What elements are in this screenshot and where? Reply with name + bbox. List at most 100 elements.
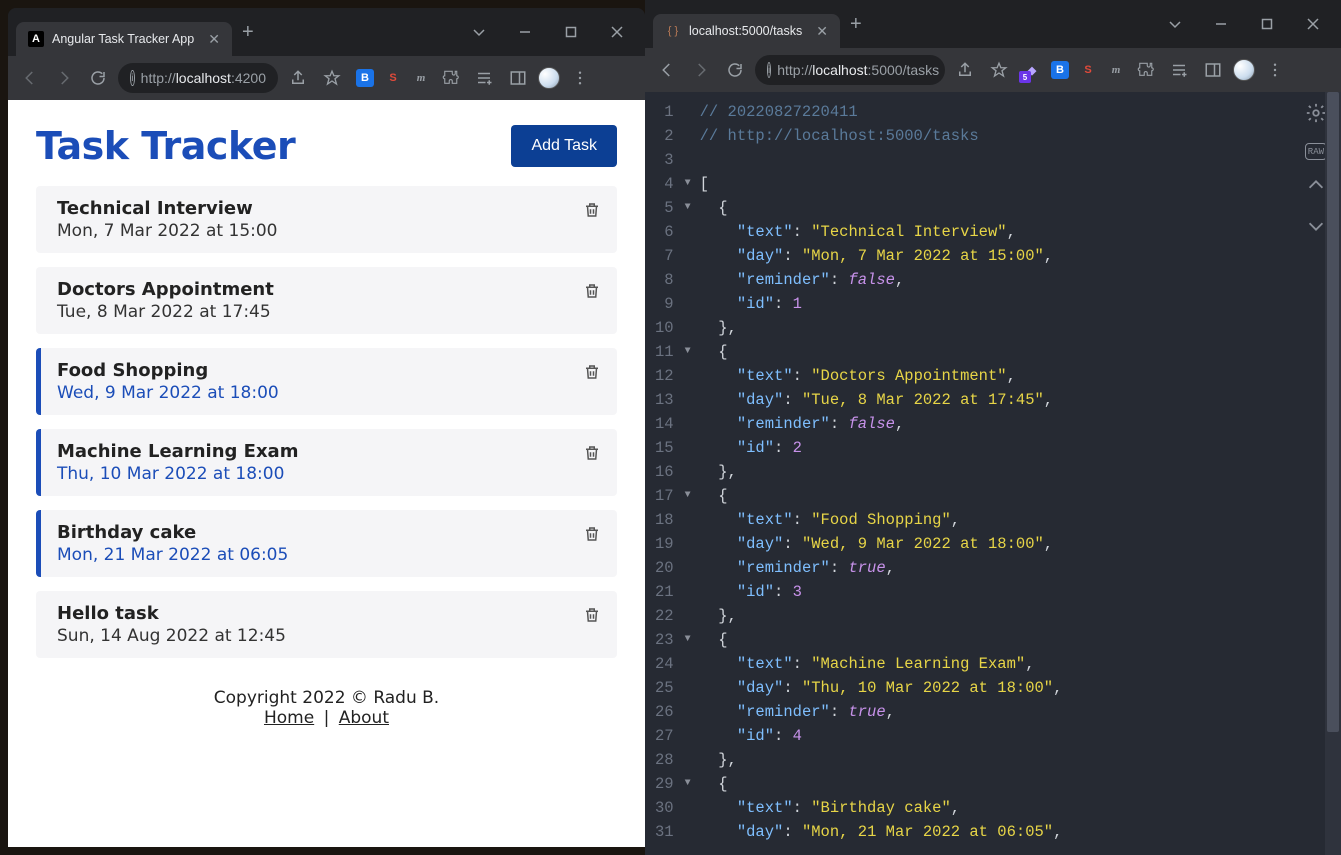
add-task-button[interactable]: Add Task <box>511 125 617 167</box>
fold-marker[interactable]: ▼ <box>680 484 696 508</box>
line-number: 15 <box>655 436 674 460</box>
code-line: "id": 1 <box>696 292 1341 316</box>
fold-marker <box>680 796 696 820</box>
extensions-puzzle-icon[interactable] <box>1131 56 1159 84</box>
forward-button[interactable] <box>50 64 78 92</box>
footer-home-link[interactable]: Home <box>264 708 314 728</box>
code-line: [ <box>696 172 1341 196</box>
code-line: "day": "Mon, 7 Mar 2022 at 15:00", <box>696 244 1341 268</box>
bookmark-star-icon[interactable] <box>318 64 346 92</box>
code-line: "id": 2 <box>696 436 1341 460</box>
maximize-button[interactable] <box>549 17 593 47</box>
url-text: http://localhost:4200 <box>141 70 266 86</box>
code-line: // 20220827220411 <box>696 100 1341 124</box>
side-panel-icon[interactable] <box>1199 56 1227 84</box>
share-icon[interactable] <box>284 64 312 92</box>
line-number: 26 <box>655 700 674 724</box>
maximize-button[interactable] <box>1245 9 1289 39</box>
fold-marker <box>680 652 696 676</box>
task-item[interactable]: Hello taskSun, 14 Aug 2022 at 12:45 <box>36 591 617 658</box>
line-number: 2 <box>655 124 674 148</box>
browser-menu-icon[interactable] <box>566 64 594 92</box>
line-number: 22 <box>655 604 674 628</box>
chevron-down-icon[interactable] <box>1153 9 1197 39</box>
fold-marker <box>680 820 696 844</box>
fold-marker <box>680 604 696 628</box>
extensions-puzzle-icon[interactable] <box>436 64 464 92</box>
footer-about-link[interactable]: About <box>339 708 389 728</box>
task-item[interactable]: Doctors AppointmentTue, 8 Mar 2022 at 17… <box>36 267 617 334</box>
json-tools: RAW <box>1305 102 1327 242</box>
url-input[interactable]: i http://localhost:4200 <box>118 63 278 93</box>
line-number: 23 <box>655 628 674 652</box>
line-number: 8 <box>655 268 674 292</box>
close-tab-icon[interactable]: ✕ <box>208 31 220 48</box>
url-input[interactable]: i http://localhost:5000/tasks <box>755 55 945 85</box>
code-line: "reminder": false, <box>696 412 1341 436</box>
back-button[interactable] <box>653 56 681 84</box>
close-tab-icon[interactable]: ✕ <box>816 23 828 40</box>
delete-task-icon[interactable] <box>583 281 601 305</box>
browser-menu-icon[interactable] <box>1261 56 1289 84</box>
chevron-up-icon[interactable] <box>1305 174 1327 201</box>
bookmark-star-icon[interactable] <box>985 56 1013 84</box>
forward-button[interactable] <box>687 56 715 84</box>
code-line: "reminder": true, <box>696 556 1341 580</box>
site-info-icon[interactable]: i <box>130 70 135 86</box>
extension-icon[interactable]: B <box>1051 61 1069 79</box>
task-item[interactable]: Technical InterviewMon, 7 Mar 2022 at 15… <box>36 186 617 253</box>
extension-icon[interactable]: ◆ <box>1023 61 1041 79</box>
gear-icon[interactable] <box>1305 102 1327 129</box>
chevron-down-icon[interactable] <box>1305 215 1327 242</box>
code-line: "id": 4 <box>696 724 1341 748</box>
reload-button[interactable] <box>721 56 749 84</box>
back-button[interactable] <box>16 64 44 92</box>
share-icon[interactable] <box>951 56 979 84</box>
new-tab-button[interactable]: + <box>242 21 254 44</box>
delete-task-icon[interactable] <box>583 443 601 467</box>
task-item[interactable]: Food ShoppingWed, 9 Mar 2022 at 18:00 <box>36 348 617 415</box>
new-tab-button[interactable]: + <box>850 13 862 36</box>
extension-icon[interactable]: m <box>1107 61 1125 79</box>
line-number: 27 <box>655 724 674 748</box>
minimize-button[interactable] <box>1199 9 1243 39</box>
reading-list-icon[interactable] <box>470 64 498 92</box>
minimize-button[interactable] <box>503 17 547 47</box>
extension-icon[interactable]: m <box>412 69 430 87</box>
task-item[interactable]: Birthday cakeMon, 21 Mar 2022 at 06:05 <box>36 510 617 577</box>
fold-marker <box>680 676 696 700</box>
delete-task-icon[interactable] <box>583 362 601 386</box>
code-line: "reminder": true, <box>696 700 1341 724</box>
extension-icon[interactable]: S <box>384 69 402 87</box>
profile-avatar[interactable] <box>1233 59 1255 81</box>
extension-icon[interactable]: B <box>356 69 374 87</box>
profile-avatar[interactable] <box>538 67 560 89</box>
task-item[interactable]: Machine Learning ExamThu, 10 Mar 2022 at… <box>36 429 617 496</box>
delete-task-icon[interactable] <box>583 200 601 224</box>
reading-list-icon[interactable] <box>1165 56 1193 84</box>
browser-tab[interactable]: { } localhost:5000/tasks ✕ <box>653 14 840 48</box>
scrollbar-thumb[interactable] <box>1327 92 1339 732</box>
json-code[interactable]: // 20220827220411// http://localhost:500… <box>696 92 1341 855</box>
delete-task-icon[interactable] <box>583 524 601 548</box>
line-number: 14 <box>655 412 674 436</box>
fold-marker[interactable]: ▼ <box>680 772 696 796</box>
side-panel-icon[interactable] <box>504 64 532 92</box>
fold-marker[interactable]: ▼ <box>680 172 696 196</box>
chevron-down-icon[interactable] <box>457 17 501 47</box>
fold-marker <box>680 244 696 268</box>
task-list: Technical InterviewMon, 7 Mar 2022 at 15… <box>36 186 617 658</box>
fold-marker[interactable]: ▼ <box>680 196 696 220</box>
fold-marker[interactable]: ▼ <box>680 340 696 364</box>
delete-task-icon[interactable] <box>583 605 601 629</box>
extension-icon[interactable]: S <box>1079 61 1097 79</box>
reload-button[interactable] <box>84 64 112 92</box>
close-window-button[interactable] <box>595 17 639 47</box>
code-line: "reminder": false, <box>696 268 1341 292</box>
scrollbar[interactable] <box>1325 92 1341 855</box>
site-info-icon[interactable]: i <box>767 62 771 78</box>
close-window-button[interactable] <box>1291 9 1335 39</box>
fold-marker[interactable]: ▼ <box>680 628 696 652</box>
raw-icon[interactable]: RAW <box>1305 143 1327 160</box>
browser-tab[interactable]: A Angular Task Tracker App ✕ <box>16 22 232 56</box>
